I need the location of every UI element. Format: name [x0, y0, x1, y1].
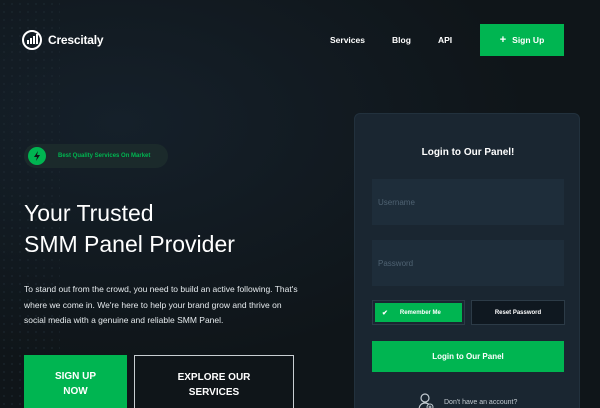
nav-link-services[interactable]: Services — [330, 35, 365, 45]
plus-icon: + — [499, 33, 507, 46]
badge-label: Best Quality Services On Market — [58, 153, 151, 159]
brand-logo[interactable]: Crescitaly — [22, 30, 104, 50]
explore-services-button[interactable]: EXPLORE OUR SERVICES — [134, 355, 294, 408]
login-panel-title: Login to Our Panel! — [421, 147, 515, 158]
explore-services-line-1: EXPLORE OUR — [177, 372, 251, 383]
login-panel: Login to Our Panel! ✔ Remember Me Reset … — [354, 113, 580, 408]
check-icon: ✔ — [382, 309, 388, 317]
signup-now-button[interactable]: SIGN UP NOW — [24, 355, 127, 408]
hero-title-line-2: SMM Panel Provider — [24, 231, 235, 257]
bar-chart-logo-icon — [22, 30, 42, 50]
brand-name: Crescitaly — [48, 33, 104, 47]
lightning-icon — [28, 147, 46, 165]
quality-badge: Best Quality Services On Market — [24, 144, 168, 168]
user-icon — [418, 393, 434, 408]
top-navigation: Crescitaly Services Blog API + Sign Up — [0, 0, 600, 80]
remember-me-toggle[interactable]: ✔ Remember Me — [372, 300, 465, 325]
nav-link-blog[interactable]: Blog — [392, 35, 411, 45]
explore-services-line-2: SERVICES — [188, 387, 240, 398]
username-input[interactable] — [372, 179, 564, 225]
no-account-row: Don't have an account? — [418, 393, 517, 408]
hero-title: Your Trusted SMM Panel Provider — [24, 198, 235, 260]
password-input[interactable] — [372, 240, 564, 286]
signup-now-line-2: NOW — [63, 386, 88, 397]
reset-password-button[interactable]: Reset Password — [471, 300, 565, 325]
hero-title-line-1: Your Trusted — [24, 200, 154, 226]
nav-link-api[interactable]: API — [438, 35, 452, 45]
signup-now-line-1: SIGN UP — [54, 371, 97, 382]
remember-me-label: Remember Me — [399, 309, 441, 316]
signup-button[interactable]: + Sign Up — [480, 24, 564, 56]
hero-description: To stand out from the crowd, you need to… — [24, 284, 298, 325]
remember-me-fill: ✔ Remember Me — [375, 303, 462, 322]
login-submit-button[interactable]: Login to Our Panel — [372, 341, 564, 372]
signup-button-label: Sign Up — [512, 35, 545, 45]
no-account-text: Don't have an account? — [444, 398, 518, 406]
